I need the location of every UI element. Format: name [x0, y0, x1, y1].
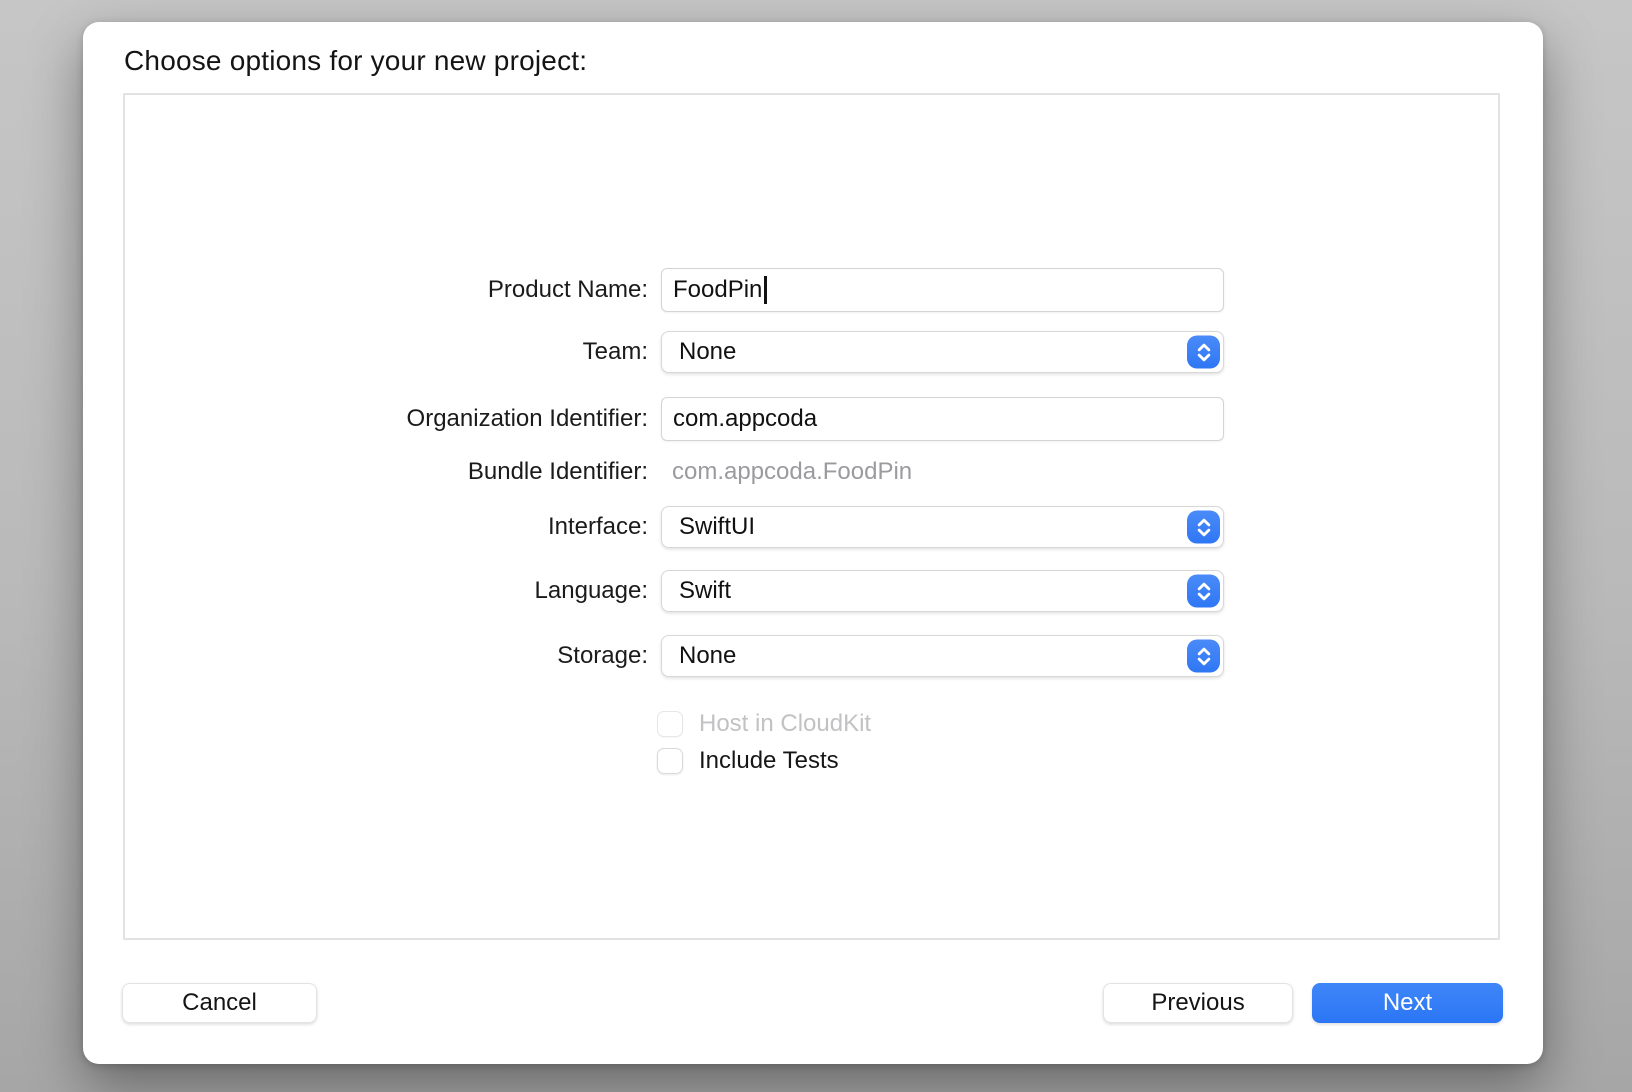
bundle-identifier-label: Bundle Identifier:	[467, 458, 648, 485]
cancel-button[interactable]: Cancel	[122, 983, 317, 1023]
language-value: Swift	[679, 577, 732, 604]
team-value: None	[679, 338, 737, 365]
interface-label: Interface:	[547, 513, 648, 540]
bundle-identifier-value: com.appcoda.FoodPin	[672, 458, 913, 485]
interface-value: SwiftUI	[679, 513, 756, 540]
organization-identifier-value: com.appcoda	[673, 405, 818, 432]
product-name-input[interactable]: FoodPin	[661, 268, 1224, 312]
storage-label: Storage:	[557, 642, 648, 669]
chevron-up-down-icon	[1187, 574, 1220, 608]
storage-dropdown[interactable]: None	[661, 635, 1224, 677]
product-name-label: Product Name:	[487, 276, 648, 303]
chevron-up-down-icon	[1187, 639, 1220, 673]
language-label: Language:	[534, 577, 648, 604]
next-button[interactable]: Next	[1312, 983, 1503, 1023]
team-dropdown[interactable]: None	[661, 331, 1224, 373]
include-tests-checkbox[interactable]	[657, 748, 683, 774]
team-label: Team:	[582, 338, 648, 365]
chevron-up-down-icon	[1187, 335, 1220, 369]
organization-identifier-label: Organization Identifier:	[406, 405, 648, 432]
product-name-value: FoodPin	[673, 276, 763, 303]
text-caret	[764, 276, 767, 304]
language-dropdown[interactable]: Swift	[661, 570, 1224, 612]
dialog-title: Choose options for your new project:	[124, 45, 588, 76]
include-tests-label: Include Tests	[699, 747, 839, 774]
chevron-up-down-icon	[1187, 510, 1220, 544]
organization-identifier-input[interactable]: com.appcoda	[661, 397, 1224, 441]
previous-button[interactable]: Previous	[1103, 983, 1293, 1023]
storage-value: None	[679, 642, 737, 669]
host-in-cloudkit-label: Host in CloudKit	[699, 710, 872, 737]
interface-dropdown[interactable]: SwiftUI	[661, 506, 1224, 548]
host-in-cloudkit-checkbox	[657, 711, 683, 737]
new-project-options-dialog: Choose options for your new project: Pro…	[83, 22, 1543, 1064]
